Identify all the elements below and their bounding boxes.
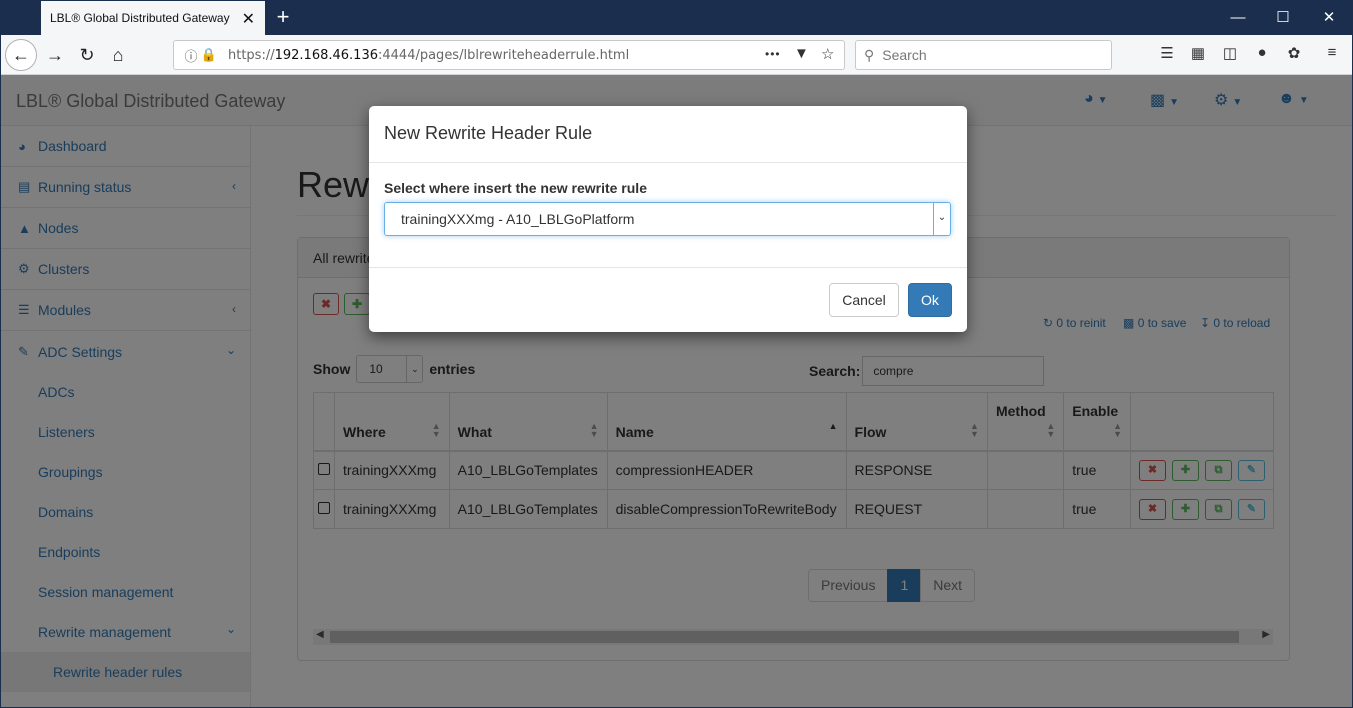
modal-body: Select where insert the new rewrite rule… (369, 163, 967, 268)
browser-search-input[interactable]: ⚲ Search (855, 40, 1112, 70)
cancel-button[interactable]: Cancel (829, 283, 899, 317)
pocket-icon[interactable]: ▼ (794, 45, 809, 62)
browser-titlebar: LBL® Global Distributed Gateway ✕ + — ☐ … (0, 0, 1353, 35)
maximize-button[interactable]: ☐ (1260, 0, 1306, 35)
library-icon[interactable]: ☰ (1155, 44, 1179, 66)
forward-arrow-icon[interactable]: → (40, 40, 70, 70)
bookmark-star-icon[interactable]: ☆ (821, 45, 834, 63)
modal-title: New Rewrite Header Rule (369, 106, 967, 163)
reload-icon[interactable]: ↻ (72, 40, 102, 70)
menu-icon[interactable]: ≡ (1320, 44, 1344, 66)
insert-position-select[interactable]: trainingXXXmg - A10_LBLGoPlatform ⌄ (384, 202, 951, 236)
ok-button[interactable]: Ok (908, 283, 952, 317)
new-tab-button[interactable]: + (270, 4, 296, 30)
page-actions-icon[interactable]: ••• (765, 47, 781, 61)
browser-tab[interactable]: LBL® Global Distributed Gateway ✕ (41, 1, 265, 35)
tab-title: LBL® Global Distributed Gateway (50, 11, 230, 25)
info-icon[interactable]: ⓘ (182, 46, 200, 65)
insert-position-label: Select where insert the new rewrite rule (384, 180, 647, 196)
home-icon[interactable]: ⌂ (103, 40, 133, 70)
reader-icon[interactable]: ▦ (1186, 44, 1210, 66)
minimize-button[interactable]: — (1215, 0, 1261, 35)
new-rewrite-header-rule-dialog: New Rewrite Header Rule Select where ins… (369, 106, 967, 332)
chevron-down-icon: ⌄ (933, 203, 950, 235)
url-bar[interactable]: ⓘ 🔒 https://192.168.46.136:4444/pages/lb… (173, 40, 845, 70)
url-text: https://192.168.46.136:4444/pages/lblrew… (228, 47, 630, 63)
sidebar-toggle-icon[interactable]: ◫ (1218, 44, 1242, 66)
search-icon: ⚲ (864, 46, 875, 63)
close-window-button[interactable]: ✕ (1306, 0, 1352, 35)
tab-close-icon[interactable]: ✕ (242, 9, 255, 29)
modal-footer: Cancel Ok (369, 268, 967, 332)
extension-icon[interactable]: ✿ (1282, 44, 1306, 66)
search-placeholder: Search (882, 47, 927, 63)
lock-icon[interactable]: 🔒 (200, 47, 218, 63)
chat-icon[interactable]: ● (1250, 44, 1274, 66)
browser-toolbar: ← → ↻ ⌂ ⓘ 🔒 https://192.168.46.136:4444/… (0, 35, 1353, 75)
back-arrow-icon[interactable]: ← (5, 39, 37, 71)
